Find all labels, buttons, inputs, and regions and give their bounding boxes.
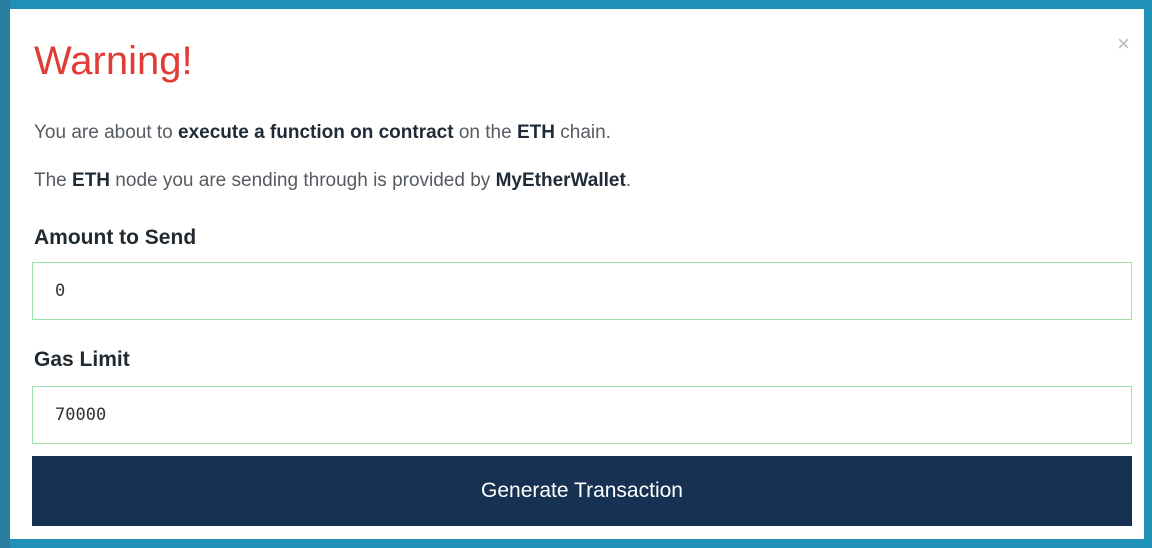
text-segment: chain. [554, 122, 611, 143]
text-segment: . [625, 170, 632, 191]
amount-to-send-input[interactable] [32, 262, 1132, 320]
node-provider-name: MyEtherWallet [495, 170, 626, 191]
modal-title: Warning! [34, 39, 193, 83]
amount-to-send-label: Amount to Send [34, 226, 197, 249]
close-icon[interactable]: × [1117, 33, 1130, 55]
chain-name: ETH [516, 122, 555, 143]
gas-limit-input[interactable] [32, 386, 1132, 444]
text-segment: The [34, 170, 73, 191]
generate-transaction-button[interactable]: Generate Transaction [32, 456, 1132, 526]
warning-modal: × Warning! You are about to execute a fu… [10, 9, 1144, 539]
background-page-edge [0, 0, 10, 548]
chain-name: ETH [72, 170, 111, 191]
action-name: execute a function on contract [178, 122, 454, 143]
gas-limit-label: Gas Limit [34, 348, 130, 371]
warning-message-action: You are about to execute a function on c… [34, 121, 611, 145]
text-segment: node you are sending through is provided… [110, 170, 496, 191]
text-segment: on the [453, 122, 517, 143]
text-segment: You are about to [34, 122, 179, 143]
warning-message-node: The ETH node you are sending through is … [34, 169, 631, 193]
